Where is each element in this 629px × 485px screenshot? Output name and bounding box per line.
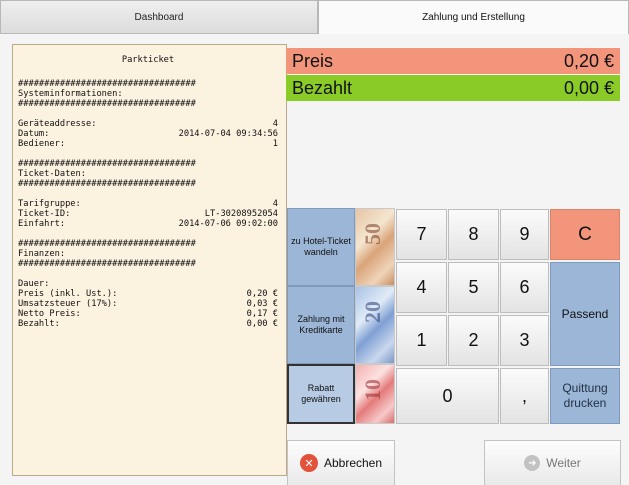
close-circle-icon: ✕ (299, 454, 318, 472)
receipt-panel: Parkticket #############################… (12, 44, 287, 476)
receipt-row: Ticket-ID: LT-30208952054 (18, 209, 278, 219)
price-display: Preis 0,20 € (286, 48, 620, 74)
banknote-20-button[interactable]: 20 (355, 286, 395, 364)
tab-payment[interactable]: Zahlung und Erstellung (318, 0, 629, 34)
cancel-button[interactable]: ✕ Abbrechen (287, 440, 395, 485)
key-comma[interactable]: , (500, 368, 549, 424)
receipt-separator: ################################## (18, 79, 196, 89)
price-label: Preis (292, 50, 334, 71)
key-6[interactable]: 6 (500, 262, 549, 313)
banknote-50-button[interactable]: 50 (355, 208, 395, 286)
receipt-separator: ################################## (18, 179, 196, 189)
receipt-section-finance: Finanzen: (18, 249, 66, 259)
print-receipt-button[interactable]: Quittung drucken (550, 368, 620, 424)
receipt-row: Geräteaddresse: 4 (18, 119, 278, 129)
key-8[interactable]: 8 (448, 209, 499, 260)
cancel-label: Abbrechen (323, 456, 383, 470)
price-value: 0,20 € (563, 50, 614, 71)
clear-button[interactable]: C (550, 209, 620, 260)
key-1[interactable]: 1 (396, 315, 447, 366)
key-9[interactable]: 9 (500, 209, 549, 260)
credit-card-payment-button[interactable]: Zahlung mit Kreditkarte (287, 286, 355, 364)
paid-label: Bezahlt (292, 77, 353, 98)
arrow-right-circle-icon: ➜ (524, 455, 541, 471)
receipt-row: Umsatzsteuer (17%): 0,03 € (18, 299, 278, 309)
key-0[interactable]: 0 (396, 368, 499, 424)
receipt-separator: ################################## (18, 99, 196, 109)
exact-amount-button[interactable]: Passend (550, 262, 620, 366)
receipt-row: Einfahrt: 2014-07-06 09:02:00 (18, 219, 278, 229)
next-label: Weiter (546, 456, 581, 470)
paid-display: Bezahlt 0,00 € (286, 75, 620, 101)
hotel-ticket-button[interactable]: zu Hotel-Ticket wandeln (287, 208, 355, 286)
banknote-10-button[interactable]: 10 (355, 364, 395, 424)
receipt-title: Parkticket (121, 55, 175, 65)
key-3[interactable]: 3 (500, 315, 549, 366)
receipt-separator: ################################## (18, 259, 196, 269)
receipt-row: Netto Preis: 0,17 € (18, 309, 278, 319)
tab-dashboard[interactable]: Dashboard (0, 0, 318, 34)
key-5[interactable]: 5 (448, 262, 499, 313)
paid-value: 0,00 € (563, 77, 614, 98)
key-2[interactable]: 2 (448, 315, 499, 366)
receipt-row: Tarifgruppe: 4 (18, 199, 278, 209)
discount-button[interactable]: Rabatt gewähren (287, 364, 355, 424)
next-button[interactable]: ➜ Weiter (484, 440, 621, 485)
key-7[interactable]: 7 (396, 209, 447, 260)
receipt-section-ticket: Ticket-Daten: (18, 169, 86, 179)
key-4[interactable]: 4 (396, 262, 447, 313)
receipt-separator: ################################## (18, 159, 196, 169)
receipt-row: Bezahlt: 0,00 € (18, 319, 278, 329)
receipt-row: Preis (inkl. Ust.): 0,20 € (18, 289, 278, 299)
receipt-row: Datum: 2014-07-04 09:34:56 (18, 129, 278, 139)
receipt-separator: ################################## (18, 239, 196, 249)
receipt-row: Dauer: (18, 279, 50, 289)
receipt-row: Bediener: 1 (18, 139, 278, 149)
receipt-section-system: Systeminformationen: (18, 89, 123, 99)
